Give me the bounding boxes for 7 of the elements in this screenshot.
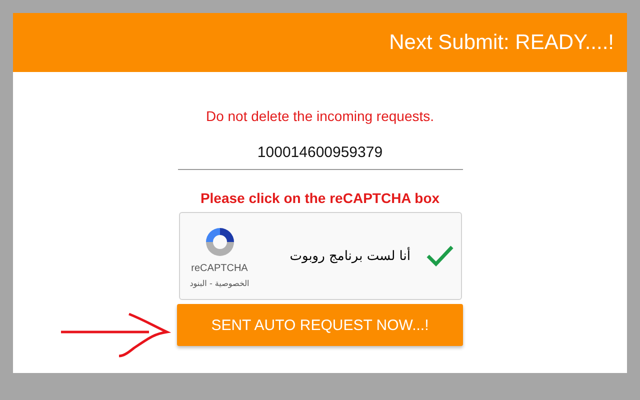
captcha-label: أنا لست برنامج روبوت xyxy=(290,248,410,264)
recaptcha-brand: reCAPTCHA xyxy=(191,262,248,274)
header-title: Next Submit: READY....! xyxy=(389,30,614,54)
instruction-text: Please click on the reCAPTCHA box xyxy=(200,190,440,206)
checkmark-icon xyxy=(426,244,454,268)
warning-text: Do not delete the incoming requests. xyxy=(206,108,434,124)
privacy-terms-links[interactable]: الخصوصية - البنود xyxy=(190,278,250,288)
